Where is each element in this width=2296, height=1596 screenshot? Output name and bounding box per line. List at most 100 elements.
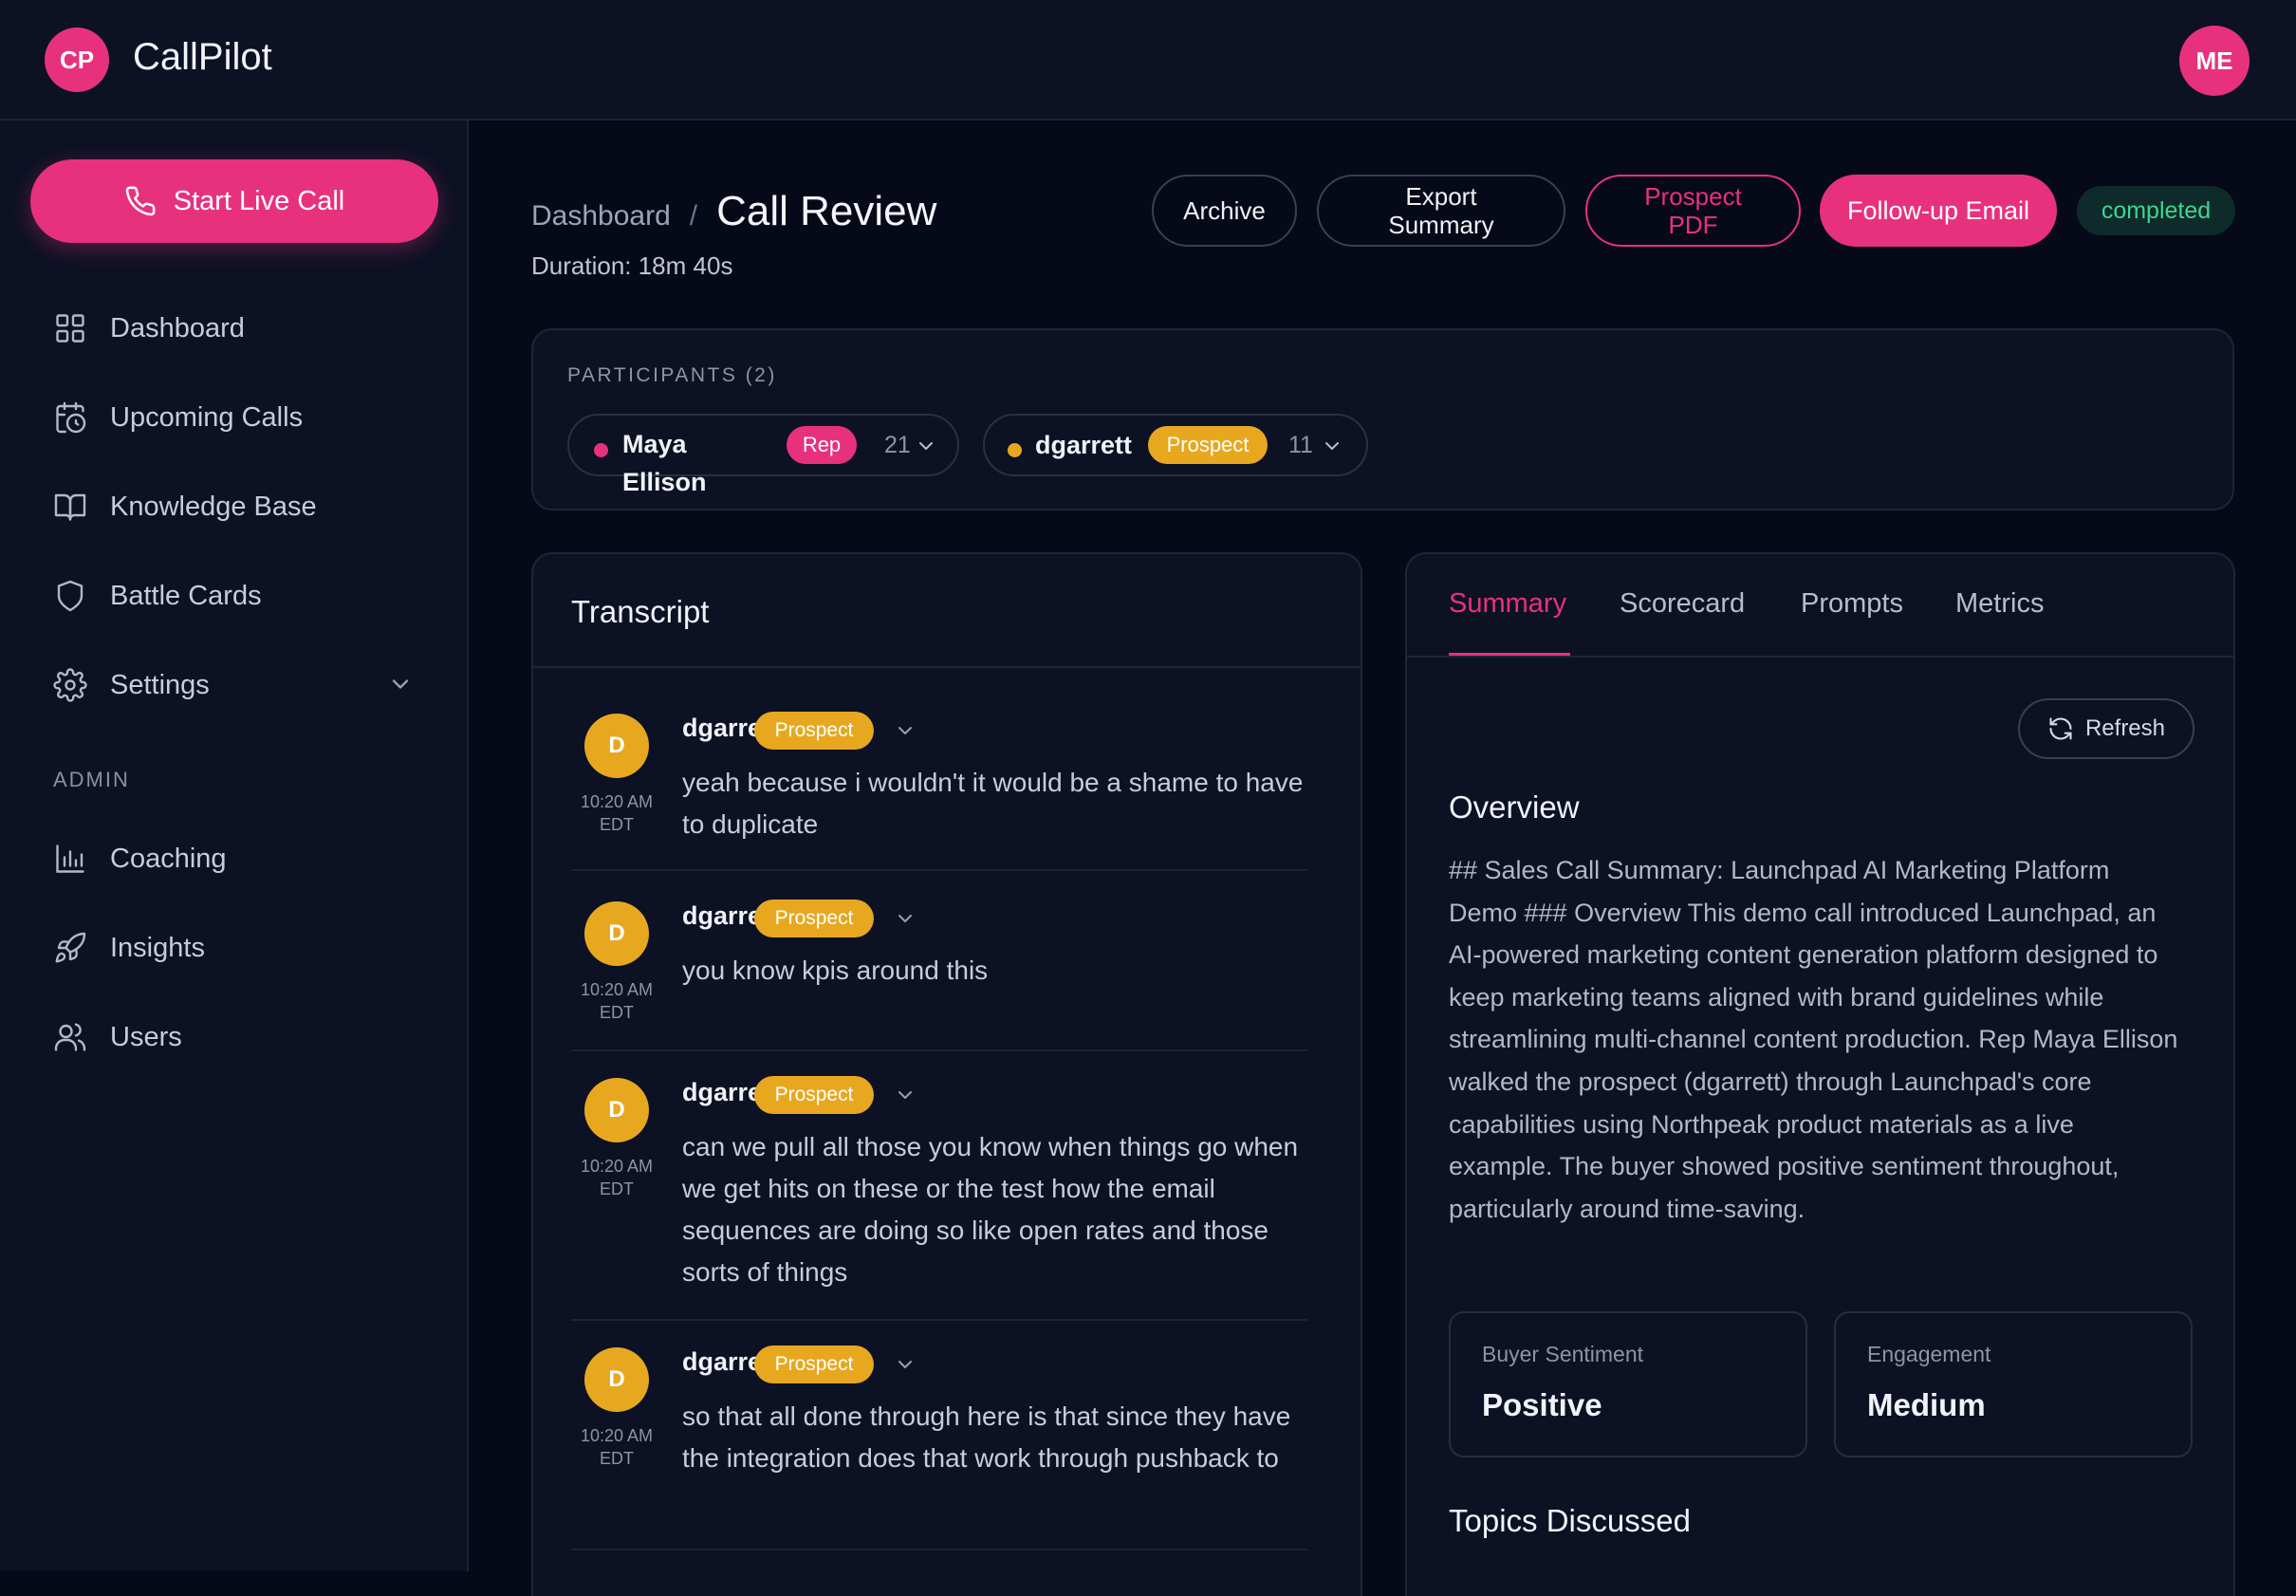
message-timestamp: 10:20 AM EDT [580,1426,654,1468]
participant-chip-dgarrett[interactable]: dgarrett Prospect 11 [983,414,1368,476]
tab-summary[interactable]: Summary [1449,588,1566,620]
bar-chart-icon [56,844,84,873]
transcript-divider [533,666,1361,668]
transcript-card: Transcript D 10:20 AM EDT dgarrett Prospe… [531,552,1362,1596]
prospect-pdf-label-line2: PDF [1668,211,1718,239]
prospect-pdf-label-line1: Prospect [1644,182,1742,211]
user-avatar[interactable]: ME [2179,26,2250,96]
tab-scorecard[interactable]: Scorecard [1620,588,1745,620]
metric-label: Engagement [1867,1342,1991,1366]
sidebar: Start Live Call Dashboard Upcoming Calls… [0,121,469,1571]
participant-status-dot [1008,443,1022,457]
archive-button[interactable]: Archive [1152,175,1297,247]
users-icon [54,1023,86,1051]
app-logo[interactable]: CP [45,28,109,92]
sidebar-item-label: Battle Cards [110,580,262,611]
sidebar-item-insights[interactable]: Insights [53,921,205,974]
message-timestamp: 10:20 AM EDT [580,1157,654,1198]
call-duration: Duration: 18m 40s [531,251,733,280]
sidebar-item-dashboard[interactable]: Dashboard [53,302,245,355]
active-tab-indicator [1449,653,1570,656]
sidebar-item-label: Users [110,1021,182,1052]
shield-icon [57,580,83,612]
engagement-card: Engagement Medium [1834,1311,2193,1457]
tabs-divider [1407,656,2233,658]
transcript-message: D 10:20 AM EDT dgarrett Prospect yeah bec… [571,706,1307,871]
prospect-pdf-button[interactable]: Prospect PDF [1585,175,1801,247]
sidebar-item-label: Upcoming Calls [110,401,304,433]
breadcrumb: Dashboard / Call Review [531,188,936,235]
app-title: CallPilot [133,36,272,78]
participant-status-dot [594,443,608,457]
chevron-down-icon[interactable] [915,435,937,457]
page-title: Call Review [716,188,937,234]
topics-heading: Topics Discussed [1449,1503,1691,1538]
overview-text: ## Sales Call Summary: Launchpad AI Mark… [1449,856,2178,1223]
participants-card: PARTICIPANTS (2) Maya Ellison Rep 21 dga… [531,328,2234,510]
speaker-avatar: D [584,901,649,966]
export-summary-button[interactable]: Export Summary [1317,175,1565,247]
role-badge-prospect: Prospect [1148,426,1268,464]
chevron-down-icon[interactable] [387,671,414,697]
metric-value: Medium [1867,1387,1986,1422]
grid-icon [56,314,84,343]
speaker-avatar: D [584,1347,649,1412]
rocket-icon [55,932,86,963]
summary-panel: Summary Scorecard Prompts Metrics Refres… [1405,552,2235,1596]
follow-up-email-label: Follow-up Email [1846,195,2030,225]
role-badge-rep: Rep [787,426,857,464]
sidebar-item-knowledge-base[interactable]: Knowledge Base [53,480,317,533]
sidebar-item-label: Coaching [110,843,227,874]
buyer-sentiment-card: Buyer Sentiment Positive [1449,1311,1807,1457]
metric-label: Buyer Sentiment [1482,1342,1644,1366]
chevron-down-icon[interactable] [894,1084,917,1106]
participant-message-count: 11 [1288,432,1313,458]
admin-section-label: ADMIN [53,768,130,791]
refresh-icon [2049,717,2072,740]
message-text: you know kpis around this [682,956,989,985]
message-timestamp: 10:20 AM EDT [580,980,654,1022]
tab-prompts[interactable]: Prompts [1801,588,1903,620]
sidebar-item-settings[interactable]: Settings [53,659,210,712]
sidebar-item-label: Dashboard [110,312,245,343]
participants-title: PARTICIPANTS (2) [567,364,777,386]
top-bar: CP CallPilot ME [0,0,2296,121]
transcript-title: Transcript [571,594,710,629]
calendar-clock-icon [56,401,86,434]
refresh-label: Refresh [2084,715,2166,741]
participant-name: Maya Ellison [622,430,707,496]
participant-name: dgarrett [1035,431,1133,459]
sidebar-item-coaching[interactable]: Coaching [53,832,227,885]
breadcrumb-separator: / [689,200,698,232]
sidebar-item-label: Insights [110,932,205,963]
overview-heading: Overview [1449,789,1580,825]
export-summary-label-line2: Summary [1388,211,1494,239]
transcript-message: D 10:20 AM EDT dgarrett Prospect so that … [571,1323,1307,1550]
book-icon [54,493,86,521]
participant-chip-maya-ellison[interactable]: Maya Ellison Rep 21 [567,414,959,496]
phone-icon [125,186,156,216]
metric-value: Positive [1482,1387,1602,1422]
speaker-avatar: D [584,1078,649,1142]
archive-button-label: Archive [1183,196,1266,225]
follow-up-email-button[interactable]: Follow-up Email [1820,175,2057,247]
speaker-role-badge: Prospect [754,1076,874,1114]
chevron-down-icon[interactable] [894,719,917,742]
chevron-down-icon[interactable] [894,1353,917,1376]
breadcrumb-dashboard-link[interactable]: Dashboard [531,200,671,232]
message-text: yeah because i wouldn't it would be a sh… [682,768,1304,839]
sidebar-item-label: Settings [110,669,210,700]
sidebar-item-battle-cards[interactable]: Battle Cards [53,569,262,622]
tab-metrics[interactable]: Metrics [1955,588,2044,620]
message-text: so that all done through here is that si… [682,1401,1291,1473]
message-text: can we pull all those you know when thin… [682,1132,1299,1287]
transcript-message: D 10:20 AM EDT dgarrett Prospect can we p… [571,1053,1307,1321]
chevron-down-icon[interactable] [1321,435,1343,457]
start-live-call-button[interactable]: Start Live Call [30,159,438,243]
gear-icon [53,668,87,702]
sidebar-item-users[interactable]: Users [53,1011,182,1064]
refresh-button[interactable]: Refresh [2018,698,2194,759]
sidebar-item-upcoming-calls[interactable]: Upcoming Calls [53,391,303,444]
chevron-down-icon[interactable] [894,907,917,930]
start-live-call-label: Start Live Call [173,185,345,216]
